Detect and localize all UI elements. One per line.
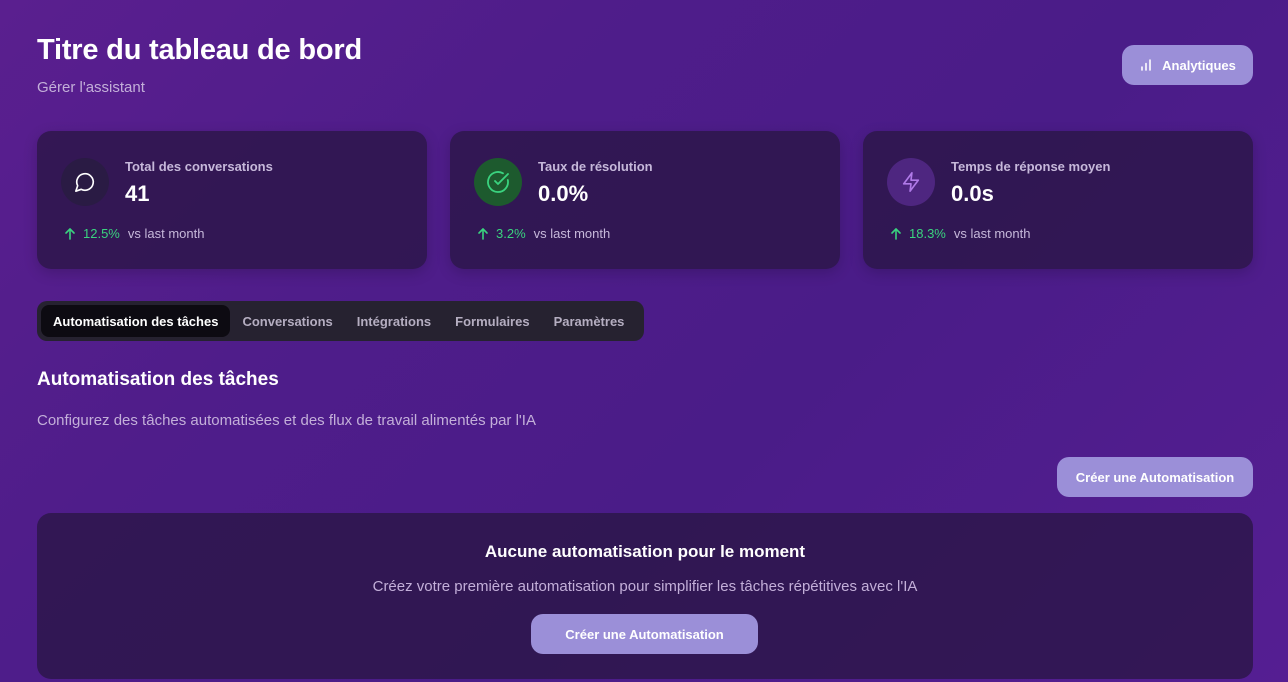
empty-state-description: Créez votre première automatisation pour… (372, 578, 918, 595)
stat-label: Total des conversations (125, 159, 273, 174)
arrow-up-icon (65, 227, 75, 240)
stat-card-conversations: Total des conversations 41 12.5% vs last… (37, 131, 427, 269)
stat-card-response-time: Temps de réponse moyen 0.0s 18.3% vs las… (863, 131, 1253, 269)
stat-comparison: vs last month (533, 226, 611, 241)
message-circle-icon (61, 158, 109, 206)
stat-change: 3.2% (496, 226, 526, 241)
tab-conversations[interactable]: Conversations (230, 305, 344, 337)
page-title: Titre du tableau de bord (37, 34, 362, 66)
stat-change: 18.3% (909, 226, 946, 241)
stat-comparison: vs last month (953, 226, 1031, 241)
stat-trend: 18.3% vs last month (889, 226, 1030, 241)
tab-formulaires[interactable]: Formulaires (443, 305, 541, 337)
check-circle-icon (474, 158, 522, 206)
stat-value: 0.0s (951, 181, 994, 206)
empty-state-card: Aucune automatisation pour le moment Cré… (37, 513, 1253, 679)
arrow-up-icon (891, 227, 901, 240)
section-description: Configurez des tâches automatisées et de… (37, 412, 536, 429)
arrow-up-icon (478, 227, 488, 240)
stat-trend: 12.5% vs last month (63, 226, 204, 241)
empty-state-create-button[interactable]: Créer une Automatisation (531, 614, 758, 654)
zap-icon (887, 158, 935, 206)
stat-value: 41 (125, 181, 150, 206)
tab-automatisation[interactable]: Automatisation des tâches (41, 305, 231, 337)
dashboard-page: Titre du tableau de bord Gérer l'assista… (37, 0, 1253, 679)
stat-comparison: vs last month (127, 226, 205, 241)
tab-integrations[interactable]: Intégrations (345, 305, 443, 337)
empty-state-title: Aucune automatisation pour le moment (484, 542, 806, 561)
section-title: Automatisation des tâches (37, 369, 279, 390)
analytics-button[interactable]: Analytiques (1122, 45, 1253, 85)
stat-label: Taux de résolution (538, 159, 653, 174)
create-automation-button[interactable]: Créer une Automatisation (1057, 457, 1253, 497)
stat-trend: 3.2% vs last month (476, 226, 610, 241)
stat-card-resolution: Taux de résolution 0.0% 3.2% vs last mon… (450, 131, 840, 269)
stats-row: Total des conversations 41 12.5% vs last… (37, 131, 1253, 269)
header: Titre du tableau de bord Gérer l'assista… (37, 0, 1253, 130)
tab-parametres[interactable]: Paramètres (542, 305, 637, 337)
analytics-label: Analytiques (1162, 57, 1236, 73)
bar-chart-icon (1141, 59, 1151, 71)
stat-label: Temps de réponse moyen (951, 159, 1111, 174)
stat-change: 12.5% (83, 226, 120, 241)
tab-bar: Automatisation des tâches Conversations … (37, 301, 644, 341)
stat-value: 0.0% (538, 181, 589, 206)
page-subtitle: Gérer l'assistant (37, 79, 145, 96)
